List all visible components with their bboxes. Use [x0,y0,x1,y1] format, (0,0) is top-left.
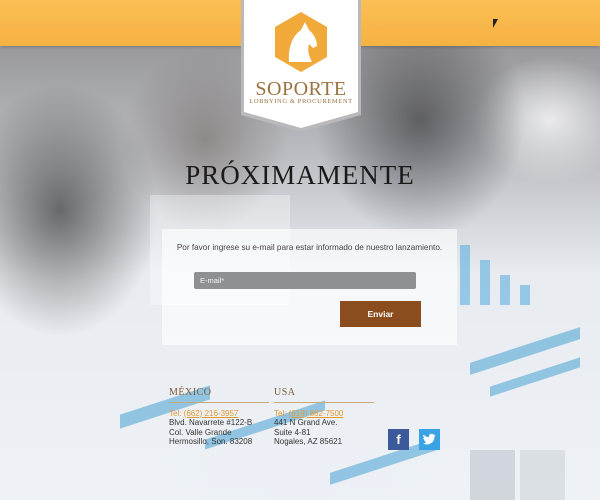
phone-link[interactable]: (662) 216-3957 [184,409,239,418]
logo-badge[interactable]: SOPORTE LOBBYING & PROCUREMENT [239,0,363,133]
brand-tagline: LOBBYING & PROCUREMENT [249,98,353,105]
address-line: Hermosillo, Son. 83208 [169,437,253,447]
email-input[interactable] [194,272,416,289]
facebook-icon[interactable]: f [388,429,409,450]
office-mexico: MÉXICO Tel: (662) 216-3957 Blvd. Navarre… [169,388,269,447]
phone-link[interactable]: (619) 862-7500 [289,409,344,418]
office-phone: Tel: (662) 216-3957 [169,409,269,419]
address-line: Col. Valle Grande [169,427,232,437]
office-country: MÉXICO [169,388,269,403]
background-block [470,450,515,500]
address-line: Suite 4-81 [274,427,311,437]
background-chart-bar [480,260,490,305]
background-chart-bar [460,245,470,305]
office-phone: Tel: (619) 862-7500 [274,409,374,419]
address-line: Blvd. Navarrete #122-B [169,418,253,428]
background-chart-bar [500,275,510,305]
phone-prefix: Tel: [274,408,289,418]
badge-shape [241,0,361,132]
office-country: USA [274,388,374,403]
twitter-bird-icon [423,433,436,445]
address-line: Nogales, AZ 85621 [274,437,343,447]
phone-prefix: Tel: [169,408,184,418]
signup-prompt: Por favor ingrese su e-mail para estar i… [176,243,443,252]
mouse-cursor-icon [493,19,498,28]
twitter-icon[interactable] [419,429,440,450]
office-usa: USA Tel: (619) 862-7500 441 N Grand Ave.… [274,388,374,447]
submit-button[interactable]: Enviar [340,301,421,327]
signup-panel: Por favor ingrese su e-mail para estar i… [162,229,457,345]
background-chart-bar [520,285,530,305]
address-line: 441 N Grand Ave. [274,418,338,428]
page-headline: PRÓXIMAMENTE [185,160,415,190]
background-block [520,450,565,500]
